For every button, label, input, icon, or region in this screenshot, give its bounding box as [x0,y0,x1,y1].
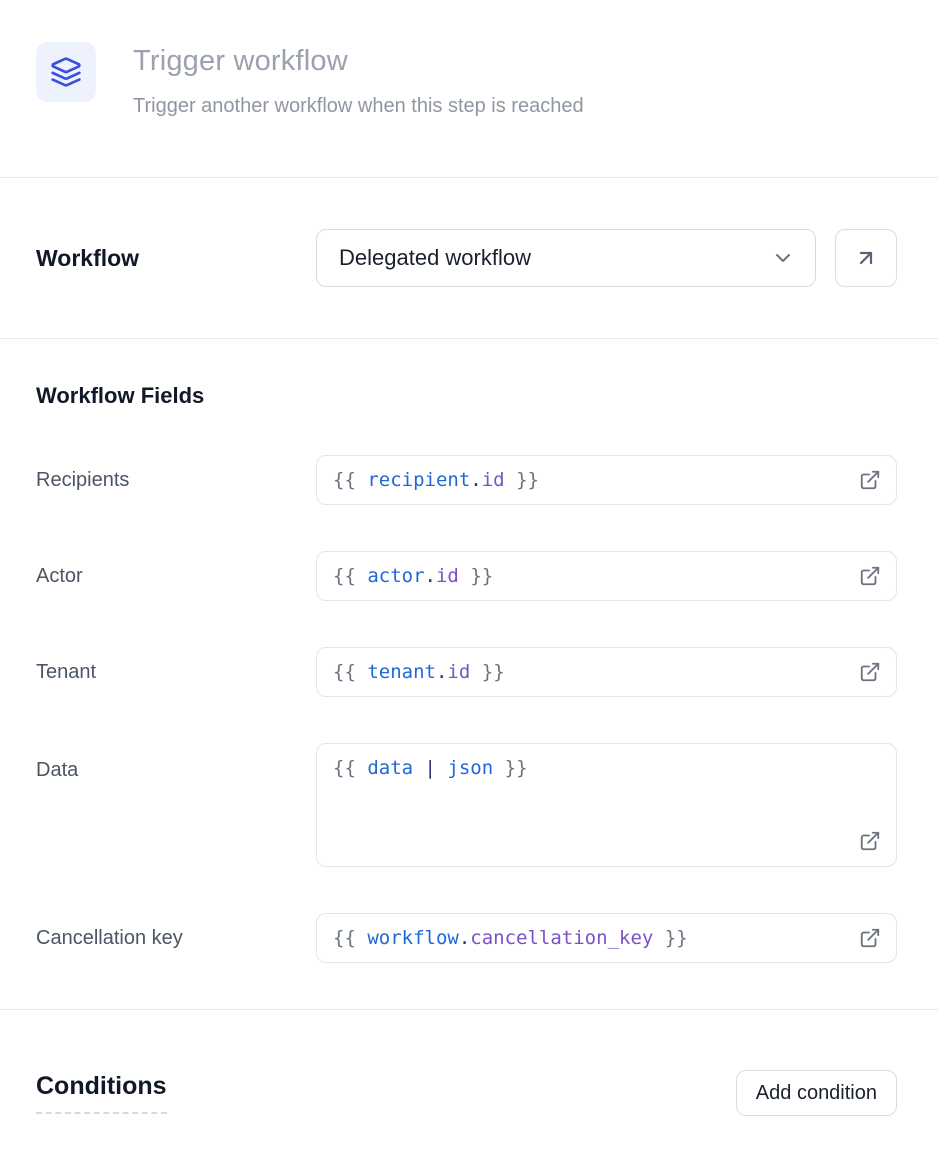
workflow-select-row: Workflow Delegated workflow [0,178,938,338]
layers-icon-tile [36,42,96,102]
open-editor-button[interactable] [857,828,883,854]
external-link-icon [859,469,881,491]
liquid-code: {{ data | json }} [333,757,528,780]
external-link-icon [859,565,881,587]
trigger-workflow-panel: Trigger workflow Trigger another workflo… [0,0,938,1116]
field-row-actor: Actor {{ actor.id }} [36,551,897,601]
workflow-label: Workflow [36,245,316,272]
page-subtitle: Trigger another workflow when this step … [133,95,584,118]
liquid-code: {{ actor.id }} [333,565,493,588]
add-condition-button[interactable]: Add condition [736,1070,897,1116]
workflow-fields-title: Workflow Fields [36,383,897,409]
field-label: Data [36,759,316,782]
open-editor-button[interactable] [857,659,883,685]
page-title: Trigger workflow [133,45,584,78]
field-label: Cancellation key [36,927,316,950]
field-row-cancellation-key: Cancellation key {{ workflow.cancellatio… [36,913,897,963]
workflow-select[interactable]: Delegated workflow [316,229,816,287]
field-row-data: Data {{ data | json }} [36,743,897,867]
header-titles: Trigger workflow Trigger another workflo… [133,42,584,118]
field-row-recipients: Recipients {{ recipient.id }} [36,455,897,505]
open-editor-button[interactable] [857,925,883,951]
liquid-code: {{ recipient.id }} [333,469,539,492]
field-row-tenant: Tenant {{ tenant.id }} [36,647,897,697]
recipients-input[interactable]: {{ recipient.id }} [316,455,897,505]
chevron-down-icon [771,246,795,270]
field-label: Tenant [36,661,316,684]
layers-icon [50,56,82,88]
workflow-fields-section: Workflow Fields Recipients {{ recipient.… [0,339,938,963]
cancellation-key-input[interactable]: {{ workflow.cancellation_key }} [316,913,897,963]
data-input[interactable]: {{ data | json }} [316,743,897,867]
open-workflow-button[interactable] [835,229,897,287]
conditions-title[interactable]: Conditions [36,1072,167,1114]
open-editor-button[interactable] [857,563,883,589]
open-editor-button[interactable] [857,467,883,493]
field-label: Recipients [36,469,316,492]
external-link-icon [859,661,881,683]
arrow-up-right-icon [854,246,878,270]
conditions-section: Conditions Add condition [0,1010,938,1116]
tenant-input[interactable]: {{ tenant.id }} [316,647,897,697]
external-link-icon [859,927,881,949]
external-link-icon [859,830,881,852]
liquid-code: {{ tenant.id }} [333,661,505,684]
liquid-code: {{ workflow.cancellation_key }} [333,927,688,950]
panel-header: Trigger workflow Trigger another workflo… [0,0,938,177]
workflow-select-value: Delegated workflow [339,245,531,271]
field-label: Actor [36,565,316,588]
actor-input[interactable]: {{ actor.id }} [316,551,897,601]
